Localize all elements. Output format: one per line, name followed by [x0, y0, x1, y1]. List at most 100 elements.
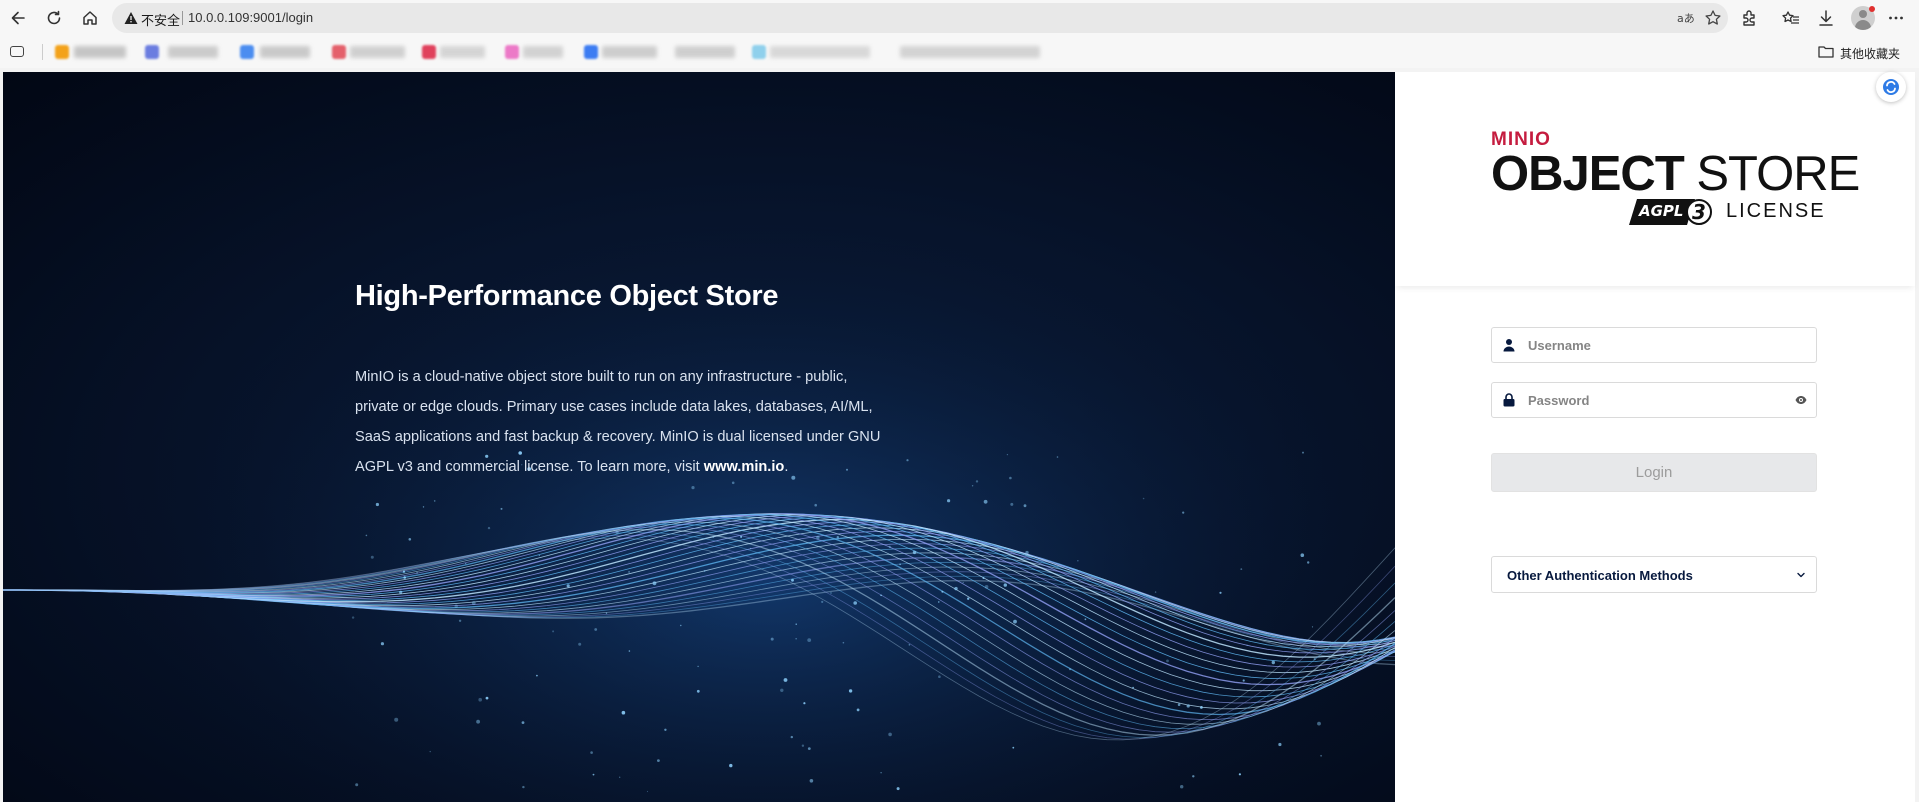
particle-dot [408, 538, 412, 541]
notification-dot [1869, 6, 1875, 12]
particle-dot [801, 744, 805, 747]
particle-dot [394, 717, 399, 722]
hero-description: MinIO is a cloud-native object store bui… [355, 362, 895, 482]
bookmark-item[interactable] [900, 46, 1040, 58]
particle-dot [770, 637, 774, 641]
translate-icon[interactable]: aあ [1676, 9, 1694, 27]
particle-dot [941, 590, 944, 593]
particle-dot [592, 773, 595, 776]
particle-dot [429, 750, 431, 753]
particle-dot [552, 630, 555, 633]
bookmark-item[interactable] [74, 46, 126, 58]
particle-dot [536, 674, 538, 677]
bookmark-favicon [422, 45, 436, 59]
particle-dot [465, 562, 467, 565]
bookmark-favicon [752, 45, 766, 59]
chevron-down-icon [1797, 572, 1805, 578]
particle-dot [938, 601, 940, 603]
bookmark-item[interactable] [350, 46, 405, 58]
url-text[interactable]: 10.0.0.109:9001/login [188, 10, 313, 25]
particle-dot [399, 590, 403, 594]
particle-dot [880, 594, 882, 597]
particle-dot [1200, 706, 1203, 709]
particle-dot [795, 623, 797, 625]
favorites-list-icon[interactable] [1780, 7, 1802, 29]
particle-dot [1302, 451, 1304, 454]
particle-dot [1069, 668, 1071, 671]
particle-dot [615, 530, 619, 535]
refresh-icon[interactable] [42, 6, 66, 30]
user-icon [1503, 339, 1515, 352]
other-auth-methods-dropdown[interactable]: Other Authentication Methods [1491, 556, 1817, 593]
particle-dot [1246, 644, 1248, 646]
particle-dot [938, 675, 941, 678]
back-icon[interactable] [6, 6, 30, 30]
svg-text:aあ: aあ [1677, 12, 1694, 25]
particle-dot [807, 747, 811, 750]
particle-dot [691, 486, 695, 490]
address-separator [182, 11, 183, 25]
particle-dot [697, 665, 699, 668]
password-field[interactable]: Password [1491, 382, 1817, 418]
sidebar-toggle-icon[interactable] [10, 46, 24, 57]
particle-dot [947, 499, 951, 503]
bookmark-item[interactable] [675, 46, 735, 58]
particle-dot [740, 535, 743, 538]
downloads-icon[interactable] [1815, 7, 1837, 29]
particle-dot [888, 545, 891, 548]
particle-dot [814, 503, 817, 507]
particle-dot [454, 604, 458, 608]
particle-dot [783, 678, 788, 682]
particle-dot [416, 572, 418, 574]
show-password-icon[interactable] [1795, 394, 1807, 406]
product-name: OBJECT STORE [1491, 146, 1860, 202]
home-icon[interactable] [78, 6, 102, 30]
product-name-bold: OBJECT [1491, 147, 1685, 201]
particle-dot [500, 507, 503, 510]
logo-header: MINIO OBJECT STORE AGPL 3 LICENSE [1395, 72, 1915, 286]
particle-dot [975, 480, 979, 483]
particle-dot [1009, 476, 1012, 480]
particle-dot [1077, 560, 1079, 562]
extensions-icon[interactable] [1738, 7, 1760, 29]
particle-dot [365, 534, 368, 537]
favorite-star-icon[interactable] [1704, 9, 1722, 27]
particle-dot [954, 586, 958, 591]
particle-dot [1010, 502, 1014, 506]
bookmark-item[interactable] [770, 46, 870, 58]
username-placeholder: Username [1528, 338, 1591, 353]
more-menu-icon[interactable] [1885, 7, 1907, 29]
copilot-icon[interactable] [1876, 72, 1906, 102]
particle-dot [628, 650, 631, 652]
particle-dot [375, 502, 379, 507]
particle-dot [795, 638, 797, 640]
login-button[interactable]: Login [1491, 453, 1817, 492]
particle-dot [821, 600, 824, 604]
particle-dot [351, 616, 355, 619]
particle-dot [750, 547, 752, 550]
username-field[interactable]: Username [1491, 327, 1817, 363]
particle-dot [1186, 704, 1190, 708]
particle-dot [478, 697, 483, 702]
particle-dot [1300, 553, 1305, 557]
bookmark-item[interactable] [523, 46, 563, 58]
other-favorites-folder[interactable]: 其他收藏夹 [1840, 45, 1900, 62]
particle-dot [1013, 619, 1017, 624]
bookmark-item[interactable] [602, 46, 657, 58]
particle-dot [1132, 686, 1134, 689]
minio-website-link[interactable]: www.min.io [704, 459, 785, 475]
address-bar[interactable]: 不安全 10.0.0.109:9001/login aあ [112, 3, 1728, 33]
particle-dot [790, 735, 793, 739]
insecure-label[interactable]: 不安全 [141, 10, 180, 29]
warning-icon [124, 12, 138, 24]
particle-dot [1307, 561, 1310, 564]
particle-dot [522, 785, 525, 789]
bookmark-item[interactable] [440, 46, 485, 58]
bookmark-item[interactable] [260, 46, 310, 58]
hero-description-text: MinIO is a cloud-native object store bui… [355, 369, 881, 475]
particle-dot [967, 597, 970, 600]
bookmark-item[interactable] [168, 46, 218, 58]
particle-dot [485, 696, 489, 700]
particle-dot [816, 535, 820, 540]
particle-dot [856, 708, 860, 712]
